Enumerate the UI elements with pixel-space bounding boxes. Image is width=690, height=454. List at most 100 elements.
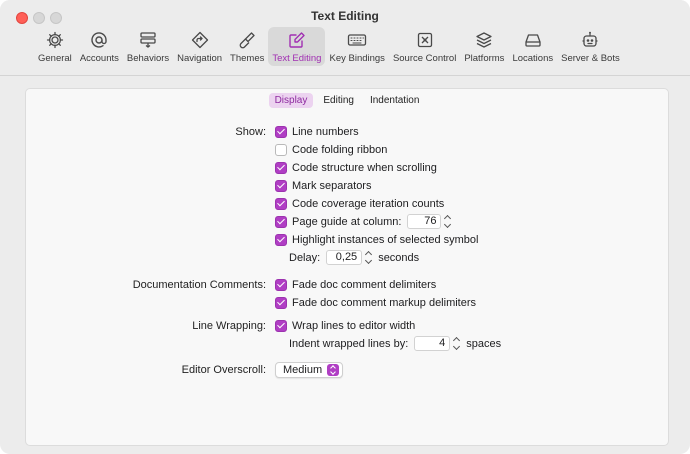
toolbar-label: Accounts [79,53,119,64]
drive-icon [522,30,544,50]
checkbox-checked[interactable] [275,179,287,192]
indent-wrapped-label: Indent wrapped lines by: [289,337,409,350]
toolbar-label: Themes [230,53,265,64]
toolbar-item-accounts[interactable]: Accounts [76,27,123,66]
checkbox-checked[interactable] [275,215,287,228]
fade-delimiters-label: Fade doc comment delimiters [292,278,437,291]
paintbrush-icon [236,30,258,50]
navigation-icon [189,30,211,50]
code-coverage-checkbox[interactable]: Code coverage iteration counts [275,197,445,210]
mark-separators-row: Mark separators [26,177,668,194]
doc-comments-row: Documentation Comments: Fade doc comment… [26,276,668,293]
page-guide-column-field[interactable]: 76 [407,214,442,229]
overscroll-value: Medium [283,363,323,376]
toolbar-item-general[interactable]: General [34,27,76,66]
code-structure-checkbox[interactable]: Code structure when scrolling [275,161,437,174]
indent-wrapped-field[interactable]: 4 [414,336,451,351]
checkbox-checked[interactable] [275,296,287,309]
code-coverage-row: Code coverage iteration counts [26,195,668,212]
preferences-toolbar: General Accounts Behaviors Navigation Th… [34,27,624,71]
code-structure-row: Code structure when scrolling [26,159,668,176]
toolbar-label: Locations [512,53,554,64]
toolbar-label: Source Control [392,53,457,64]
code-folding-row: Code folding ribbon [26,141,668,158]
toolbar-item-navigation[interactable]: Navigation [173,27,226,66]
tab-indentation[interactable]: Indentation [364,93,426,108]
line-wrapping-label: Line Wrapping: [192,319,266,332]
toolbar-label: General [38,53,72,64]
line-numbers-label: Line numbers [292,125,359,138]
overscroll-control: Medium [275,361,344,378]
delay-unit: seconds [378,251,420,264]
checkbox-checked[interactable] [275,161,287,174]
show-label: Show: [235,125,266,138]
at-sign-icon [88,30,110,50]
toolbar-item-behaviors[interactable]: Behaviors [123,27,173,66]
wrap-lines-label: Wrap lines to editor width [292,319,416,332]
highlight-label: Highlight instances of selected symbol [292,233,479,246]
toolbar-label: Navigation [177,53,223,64]
code-coverage-label: Code coverage iteration counts [292,197,445,210]
overscroll-popup[interactable]: Medium [275,361,344,378]
line-wrapping-row: Line Wrapping: Wrap lines to editor widt… [26,317,668,334]
line-numbers-checkbox[interactable]: Line numbers [275,125,359,138]
title-bar: Text Editing General Accounts Behaviors [0,0,690,76]
keyboard-icon [346,30,368,50]
toolbar-item-locations[interactable]: Locations [508,27,557,66]
settings-panel: Display Editing Indentation Show: Line n… [25,88,669,446]
fade-delimiters-checkbox[interactable]: Fade doc comment delimiters [275,278,437,291]
tab-display[interactable]: Display [268,93,314,108]
pencil-square-icon [286,30,308,50]
indent-wrapped-control: Indent wrapped lines by: 4 spaces [289,336,501,351]
checkbox-unchecked[interactable] [275,143,287,156]
indent-wrapped-stepper[interactable] [453,336,462,351]
delay-field[interactable]: 0,25 [326,250,363,265]
toolbar-label: Behaviors [126,53,170,64]
toolbar-label: Key Bindings [329,53,385,64]
toolbar-item-key-bindings[interactable]: Key Bindings [325,27,388,66]
toolbar-label: Server & Bots [561,53,620,64]
page-guide-stepper[interactable] [444,214,453,229]
preferences-window: Text Editing General Accounts Behaviors [0,0,690,454]
wrap-lines-checkbox[interactable]: Wrap lines to editor width [275,319,416,332]
overscroll-label: Editor Overscroll: [181,363,266,376]
checkbox-checked[interactable] [275,125,287,138]
fade-markup-checkbox[interactable]: Fade doc comment markup delimiters [275,296,477,309]
doc-comments-label: Documentation Comments: [132,278,266,291]
code-structure-label: Code structure when scrolling [292,161,437,174]
delay-row: Delay: 0,25 seconds [26,249,668,266]
behaviors-icon [137,30,159,50]
toolbar-item-platforms[interactable]: Platforms [460,27,508,66]
layers-icon [473,30,495,50]
window-title: Text Editing [311,9,379,23]
delay-control: Delay: 0,25 seconds [289,250,419,265]
delay-label: Delay: [289,251,321,264]
checkbox-checked[interactable] [275,319,287,332]
mark-separators-label: Mark separators [292,179,372,192]
highlight-checkbox[interactable]: Highlight instances of selected symbol [275,233,479,246]
toolbar-item-themes[interactable]: Themes [226,27,268,66]
indent-wrapped-unit: spaces [466,337,502,350]
mark-separators-checkbox[interactable]: Mark separators [275,179,372,192]
checkbox-checked[interactable] [275,233,287,246]
delay-stepper[interactable] [365,250,374,265]
page-guide-checkbox[interactable]: Page guide at column: 76 [275,214,457,229]
toolbar-label: Platforms [464,53,505,64]
robot-icon [579,30,601,50]
gear-icon [44,30,66,50]
toolbar-item-text-editing[interactable]: Text Editing [268,27,326,66]
checkbox-checked[interactable] [275,278,287,291]
code-folding-checkbox[interactable]: Code folding ribbon [275,143,388,156]
code-folding-label: Code folding ribbon [292,143,388,156]
indent-wrapped-row: Indent wrapped lines by: 4 spaces [26,335,668,352]
toolbar-item-server-bots[interactable]: Server & Bots [557,27,624,66]
overscroll-row: Editor Overscroll: Medium [26,361,668,378]
tab-editing[interactable]: Editing [317,93,360,108]
highlight-row: Highlight instances of selected symbol [26,231,668,248]
checkbox-checked[interactable] [275,197,287,210]
source-control-icon [414,30,436,50]
fade-markup-row: Fade doc comment markup delimiters [26,294,668,311]
tab-bar: Display Editing Indentation [26,93,668,108]
fade-markup-label: Fade doc comment markup delimiters [292,296,477,309]
toolbar-item-source-control[interactable]: Source Control [389,27,460,66]
